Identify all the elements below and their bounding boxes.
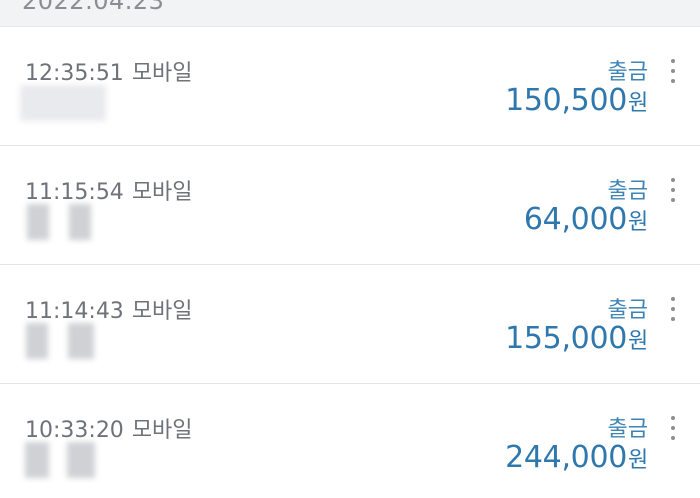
redacted-counterparty [69,204,91,240]
transaction-amount: 64,000 [523,202,628,237]
transaction-row[interactable]: 11:15:54 모바일 출금 64,000원 [0,146,700,265]
transaction-list: 12:35:51 모바일 출금 150,500원 11:15:54 모바일 출금 6… [0,27,700,498]
more-options-icon[interactable] [666,59,680,87]
redacted-counterparty [25,442,49,478]
transaction-amount-row: 64,000원 [524,202,648,237]
currency-unit: 원 [628,329,648,354]
transaction-type: 출금 [607,179,648,204]
currency-unit: 원 [628,448,648,473]
redacted-counterparty [67,442,95,478]
transaction-amount-row: 155,000원 [505,321,648,356]
transaction-history-screen: 2022.04.23 12:35:51 모바일 출금 150,500원 11:15… [0,0,700,498]
transaction-row[interactable]: 12:35:51 모바일 출금 150,500원 [0,27,700,146]
more-options-icon[interactable] [666,416,680,444]
redacted-counterparty [26,323,48,359]
transaction-time: 10:33:20 [25,418,124,443]
transaction-time-row: 11:14:43 모바일 [25,293,193,325]
currency-unit: 원 [628,210,648,235]
transaction-time: 11:14:43 [25,299,124,324]
transaction-channel: 모바일 [131,180,193,205]
transaction-row[interactable]: 11:14:43 모바일 출금 155,000원 [0,265,700,384]
transaction-type: 출금 [607,298,648,323]
transaction-amount: 244,000 [505,440,628,475]
redacted-counterparty [27,204,49,240]
transaction-time-row: 11:15:54 모바일 [25,174,193,206]
section-date: 2022.04.23 [22,0,165,15]
transaction-channel: 모바일 [131,299,193,324]
transaction-amount: 150,500 [505,83,628,118]
more-options-icon[interactable] [666,297,680,325]
transaction-amount-row: 244,000원 [505,440,648,475]
transaction-amount: 155,000 [505,321,628,356]
transaction-time: 12:35:51 [25,61,124,86]
transaction-channel: 모바일 [131,418,193,443]
transaction-type: 출금 [607,417,648,442]
transaction-time: 11:15:54 [25,180,124,205]
currency-unit: 원 [628,91,648,116]
redacted-counterparty [20,85,106,121]
transaction-channel: 모바일 [131,61,193,86]
transaction-type: 출금 [607,60,648,85]
date-section-header: 2022.04.23 [0,0,700,27]
transaction-amount-row: 150,500원 [505,83,648,118]
transaction-time-row: 10:33:20 모바일 [25,412,193,444]
redacted-counterparty [68,323,94,359]
more-options-icon[interactable] [666,178,680,206]
transaction-time-row: 12:35:51 모바일 [25,55,193,87]
transaction-row[interactable]: 10:33:20 모바일 출금 244,000원 [0,384,700,498]
